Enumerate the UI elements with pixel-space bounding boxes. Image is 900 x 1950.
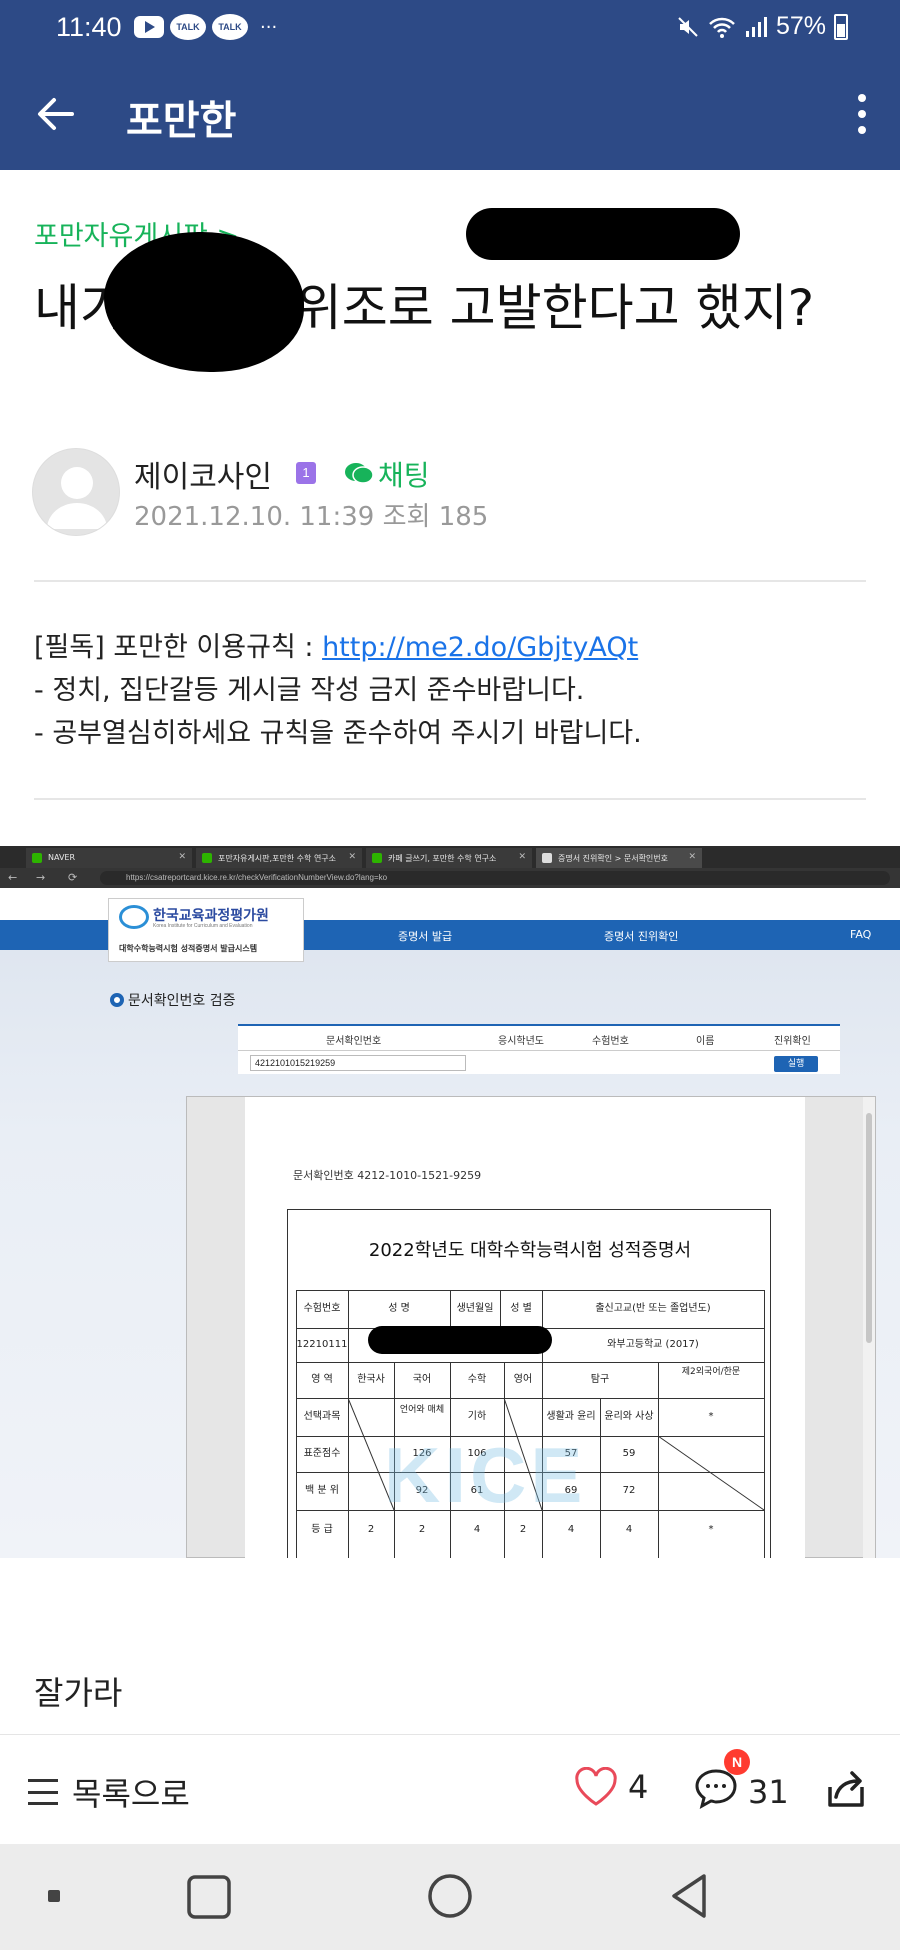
rules-link[interactable]: http://me2.do/GbjtyAQt	[322, 632, 638, 663]
author-avatar[interactable]	[32, 448, 120, 536]
chat-button[interactable]: 채팅	[344, 454, 430, 494]
overview-square-icon[interactable]	[186, 1874, 232, 1920]
system-nav-bar	[0, 1844, 900, 1950]
avatar-silhouette-icon	[47, 467, 107, 529]
comment-count: 31	[748, 1773, 789, 1811]
certificate-title: 2022학년도 대학수학능력시험 성적증명서	[368, 1240, 692, 1261]
more-menu-icon[interactable]	[842, 86, 882, 142]
battery-icon	[834, 13, 848, 40]
youtube-icon	[134, 16, 164, 38]
level-badge: 1	[296, 462, 316, 484]
recents-dot-icon[interactable]	[46, 1888, 62, 1904]
kice-logo: 한국교육과정평가원 Korea Institute for Curriculum…	[108, 898, 304, 962]
status-bar: 11:40 TALK TALK ··· 57%	[0, 0, 900, 58]
section-heading: 문서확인번호 검증	[110, 990, 236, 1010]
system-status: 57%	[676, 12, 848, 41]
doc-number: 문서확인번호 4212-1010-1521-9259	[293, 1169, 482, 1182]
list-icon	[28, 1779, 58, 1805]
post-body-text: 잘가라	[34, 1674, 123, 1712]
bottom-action-bar: 목록으로 4 N 31	[0, 1734, 900, 1844]
mute-icon	[678, 16, 698, 37]
browser-tab: NAVER ✕	[26, 848, 192, 868]
chat-icon	[345, 463, 374, 484]
comment-button[interactable]: N 31	[694, 1749, 789, 1817]
verify-run-button: 실행	[774, 1056, 818, 1072]
notice-line: - 정치, 집단갈등 게시글 작성 금지 준수바랍니다.	[34, 675, 585, 706]
title-redaction	[104, 232, 304, 372]
list-button[interactable]: 목록으로	[28, 1769, 190, 1815]
heart-icon	[575, 1767, 617, 1806]
kice-nav-item: 증명서 진위확인	[604, 930, 679, 943]
browser-tab: 카페 글쓰기, 포만한 수학 연구소 ✕	[366, 848, 532, 868]
new-comment-badge: N	[724, 1749, 750, 1775]
system-back-triangle-icon[interactable]	[666, 1872, 714, 1920]
verify-table: 문서확인번호 응시학년도 수험번호 이름 진위확인 42121010152192…	[238, 1024, 840, 1074]
back-arrow-icon[interactable]	[30, 88, 82, 140]
browser-forward-icon: →	[36, 871, 46, 884]
kice-nav-item: FAQ	[850, 928, 872, 941]
app-bar: 포만한	[0, 58, 900, 170]
chat-label: 채팅	[378, 459, 430, 492]
like-button[interactable]: 4	[574, 1767, 648, 1807]
browser-address-bar: ← → ⟳ https://csatreportcard.kice.re.kr/…	[0, 868, 900, 888]
views-label: 조회	[382, 502, 431, 532]
verify-number-field: 4212101015219259	[250, 1055, 466, 1071]
wifi-icon	[709, 17, 735, 38]
list-label: 목록으로	[72, 1775, 190, 1813]
share-icon[interactable]	[822, 1765, 870, 1813]
status-time: 11:40	[56, 12, 122, 42]
notice-line: - 공부열심히하세요 규칙을 준수하여 주시기 바랍니다.	[34, 718, 642, 749]
post-meta: 2021.12.10. 11:39 조회 185	[134, 496, 488, 533]
like-count: 4	[628, 1768, 649, 1806]
divider	[34, 580, 866, 582]
kice-watermark: KICE	[384, 1431, 587, 1519]
browser-tabbar: NAVER ✕ 포만자유게시판,포만한 수학 연구소 ✕ 카페 글쓰기, 포만한 수…	[0, 846, 900, 868]
url-field: https://csatreportcard.kice.re.kr/checkV…	[100, 871, 890, 885]
kakaotalk-icon-2: TALK	[212, 14, 248, 40]
signal-icon	[745, 16, 767, 37]
home-circle-icon[interactable]	[426, 1872, 474, 1920]
app-title: 포만한	[126, 98, 237, 144]
views-count: 185	[438, 502, 489, 532]
verify-redaction	[466, 208, 740, 260]
divider	[34, 798, 866, 800]
author-name[interactable]: 제이코사인	[134, 452, 272, 496]
kice-nav-item: 증명서 발급	[398, 930, 453, 943]
notice-prefix: [필독] 포만한 이용규칙 :	[34, 632, 323, 663]
notification-icons: TALK TALK ···	[134, 14, 277, 40]
viewer-scrollbar	[863, 1097, 875, 1558]
post-date: 2021.12.10. 11:39	[134, 502, 375, 532]
name-redaction	[368, 1326, 552, 1354]
battery-percent: 57%	[775, 12, 826, 40]
browser-tab: 포만자유게시판,포만한 수학 연구소 ✕	[196, 848, 362, 868]
browser-back-icon: ←	[8, 871, 18, 884]
kakaotalk-icon: TALK	[170, 14, 206, 40]
browser-tab-active: 증명서 진위확인 > 문서확인번호 ✕	[536, 848, 702, 868]
notice-block: [필독] 포만한 이용규칙 : http://me2.do/GbjtyAQt -…	[34, 626, 642, 755]
more-notifications-icon: ···	[260, 16, 278, 38]
browser-reload-icon: ⟳	[68, 871, 78, 884]
kice-logo-icon	[119, 905, 149, 929]
